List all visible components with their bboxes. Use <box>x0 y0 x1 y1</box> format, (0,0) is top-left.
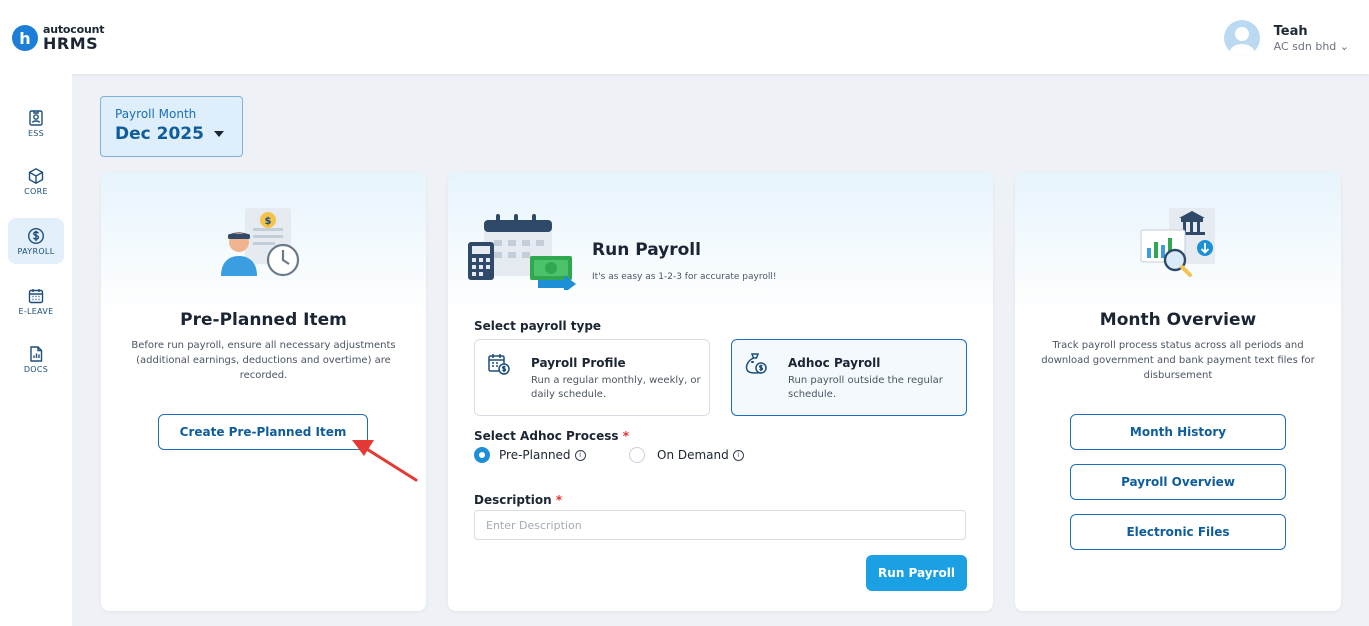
run-payroll-subtitle: It's as easy as 1-2-3 for accurate payro… <box>592 272 777 282</box>
payroll-month-selector[interactable]: Payroll Month Dec 2025 <box>100 96 243 157</box>
month-overview-illustration <box>1140 208 1215 277</box>
logo-product: HRMS <box>43 34 99 53</box>
required-mark: * <box>622 429 629 443</box>
money-bag-icon <box>745 353 767 374</box>
user-name: Teah <box>1273 23 1308 39</box>
logo-mark: h <box>12 25 38 51</box>
pre-planned-description: Before run payroll, ensure all necessary… <box>131 340 396 381</box>
sidebar-item-docs[interactable]: DOCS <box>8 336 64 382</box>
pre-planned-illustration: $ <box>221 208 300 277</box>
info-icon[interactable]: i <box>732 449 744 461</box>
electronic-files-button[interactable]: Electronic Files <box>1070 514 1286 550</box>
annotation-arrow <box>352 440 418 482</box>
user-company[interactable]: AC sdn bhd ⌄ <box>1274 40 1349 53</box>
radio-on-demand[interactable]: On Demand i <box>629 447 744 463</box>
caret-down-icon <box>213 131 224 137</box>
sidebar-item-label: PAYROLL <box>17 246 55 256</box>
adhoc-payroll-option[interactable]: Adhoc Payroll Run payroll outside the re… <box>731 339 967 416</box>
sidebar-item-label: ESS <box>27 128 45 138</box>
sidebar-item-core[interactable]: CORE <box>8 158 64 204</box>
svg-text:$: $ <box>265 216 272 227</box>
payroll-profile-option[interactable]: Payroll Profile Run a regular monthly, w… <box>474 339 710 416</box>
pre-planned-card: $ Pre-Planned Item Before run payroll, e… <box>101 172 426 611</box>
month-history-button[interactable]: Month History <box>1070 414 1286 450</box>
payroll-profile-desc: Run a regular monthly, weekly, or daily … <box>531 375 701 400</box>
calendar-dollar-icon <box>488 354 510 375</box>
run-payroll-illustration <box>468 214 576 290</box>
description-input[interactable] <box>474 510 966 540</box>
payroll-month-label: Payroll Month <box>115 107 197 121</box>
top-bar: h autocount HRMS Teah AC sdn bhd ⌄ <box>0 0 1369 74</box>
adhoc-payroll-name: Adhoc Payroll <box>788 356 881 370</box>
payroll-profile-name: Payroll Profile <box>531 356 626 370</box>
payroll-month-value: Dec 2025 <box>115 124 204 144</box>
sidebar-item-label: CORE <box>24 186 48 196</box>
month-overview-description: Track payroll process status across all … <box>1041 340 1315 381</box>
radio-button-selected[interactable] <box>474 447 490 463</box>
description-label: Description * <box>474 493 563 507</box>
required-mark: * <box>555 493 563 507</box>
id-badge-icon <box>29 109 43 126</box>
sidebar-item-label: E-LEAVE <box>18 306 54 316</box>
pre-planned-title: Pre-Planned Item <box>180 310 347 330</box>
radio-button[interactable] <box>629 447 645 463</box>
dollar-circle-icon <box>27 227 45 244</box>
payroll-type-label: Select payroll type <box>474 319 602 333</box>
chevron-down-icon: ⌄ <box>1339 39 1349 53</box>
adhoc-payroll-desc: Run payroll outside the regular schedule… <box>788 375 943 400</box>
run-payroll-title: Run Payroll <box>592 240 701 260</box>
adhoc-process-label: Select Adhoc Process * <box>474 429 629 443</box>
run-payroll-card: Run Payroll It's as easy as 1-2-3 for ac… <box>448 172 993 611</box>
sidebar: ESS CORE PAYROLL E-LEAVE DOCS <box>0 74 72 626</box>
avatar[interactable] <box>1223 20 1260 56</box>
payroll-overview-button[interactable]: Payroll Overview <box>1070 464 1286 500</box>
calendar-icon <box>28 288 44 303</box>
sidebar-item-ess[interactable]: ESS <box>8 100 64 146</box>
radio-pre-planned[interactable]: Pre-Planned i <box>474 447 586 463</box>
create-pre-planned-item-button[interactable]: Create Pre-Planned Item <box>158 414 368 450</box>
sidebar-item-label: DOCS <box>23 364 49 374</box>
month-overview-title: Month Overview <box>1099 310 1257 330</box>
app-logo[interactable]: h autocount HRMS <box>12 24 104 52</box>
sidebar-item-payroll[interactable]: PAYROLL <box>8 218 64 264</box>
document-chart-icon <box>30 345 43 362</box>
info-icon[interactable]: i <box>574 449 586 461</box>
radio-on-demand-label: On Demand <box>657 448 729 462</box>
user-menu[interactable]: Teah AC sdn bhd ⌄ <box>1223 20 1349 56</box>
run-payroll-button[interactable]: Run Payroll <box>866 555 967 591</box>
radio-pre-planned-label: Pre-Planned <box>499 448 571 462</box>
month-overview-card: Month Overview Track payroll process sta… <box>1015 172 1341 611</box>
cube-icon <box>28 167 44 184</box>
sidebar-item-e-leave[interactable]: E-LEAVE <box>8 278 64 324</box>
